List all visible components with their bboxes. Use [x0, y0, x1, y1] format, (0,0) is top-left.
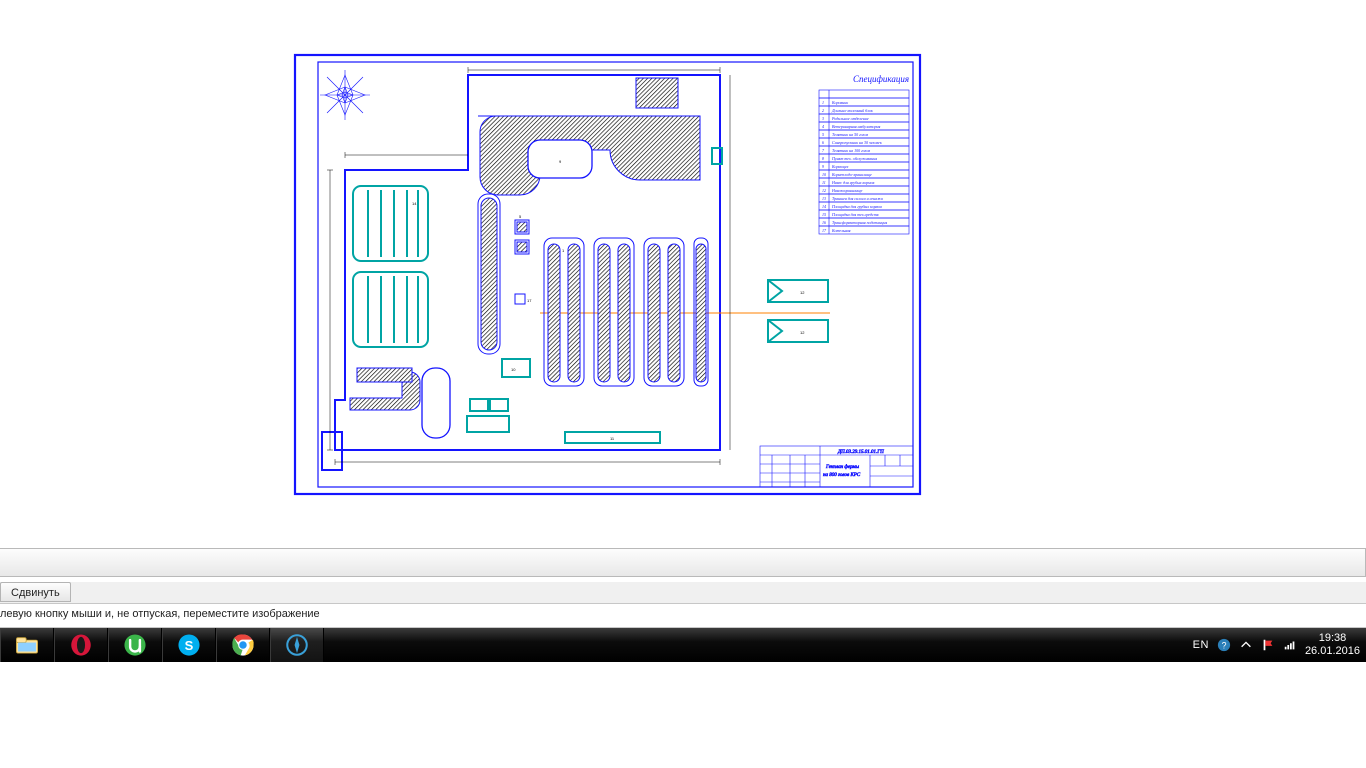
- svg-text:1: 1: [822, 100, 824, 105]
- system-tray: EN ? 19:38 26.01.2016: [1193, 628, 1366, 662]
- taskbar-explorer[interactable]: [0, 628, 54, 662]
- svg-text:Траншея для силоса и сенажа: Траншея для силоса и сенажа: [832, 196, 883, 201]
- svg-text:Площадка для тех.средств: Площадка для тех.средств: [831, 212, 879, 217]
- titleblock-title1: Генплан фермы: [825, 465, 860, 470]
- taskbar: S EN ?: [0, 628, 1366, 662]
- network-icon[interactable]: [1283, 638, 1297, 652]
- label-14: 14: [412, 201, 417, 206]
- svg-text:13: 13: [822, 196, 826, 201]
- chevron-up-icon[interactable]: [1239, 638, 1253, 652]
- svg-text:Котельная: Котельная: [831, 228, 851, 233]
- svg-text:Ветеринарная амбулатория: Ветеринарная амбулатория: [832, 124, 881, 129]
- svg-text:12: 12: [822, 188, 826, 193]
- svg-text:Санпропускник на 30 человек: Санпропускник на 30 человек: [832, 140, 882, 145]
- svg-text:Коровник: Коровник: [831, 100, 848, 105]
- label-12b: 12: [800, 330, 805, 335]
- tray-language[interactable]: EN: [1193, 639, 1209, 651]
- svg-text:8: 8: [822, 156, 824, 161]
- chrome-icon: [230, 632, 256, 658]
- svg-text:Навозохранилище: Навозохранилище: [831, 188, 863, 193]
- svg-text:4: 4: [822, 124, 824, 129]
- label-10: 10: [511, 367, 516, 372]
- hint-bar: левую кнопку мыши и, не отпуская, переме…: [0, 604, 1366, 628]
- taskbar-skype[interactable]: S: [162, 628, 216, 662]
- svg-text:2: 2: [822, 108, 824, 113]
- taskbar-chrome[interactable]: [216, 628, 270, 662]
- taskbar-kompas[interactable]: [270, 628, 324, 662]
- svg-text:11: 11: [822, 180, 826, 185]
- svg-text:3: 3: [822, 116, 824, 121]
- folder-icon: [14, 632, 40, 658]
- drawing-canvas[interactable]: 9 14 10 11 12 12: [0, 0, 1366, 548]
- svg-text:5: 5: [822, 132, 824, 137]
- svg-text:Корнеплодо-хранилище: Корнеплодо-хранилище: [831, 172, 872, 177]
- label-5: 5: [519, 214, 522, 219]
- svg-text:14: 14: [822, 204, 826, 209]
- svg-text:Трансформаторная подстанция: Трансформаторная подстанция: [832, 220, 887, 225]
- utorrent-icon: [122, 632, 148, 658]
- skype-icon: S: [176, 632, 202, 658]
- svg-text:Кормоцех: Кормоцех: [831, 164, 849, 169]
- svg-text:Площадка для грубых кормов: Площадка для грубых кормов: [831, 204, 882, 209]
- label-17: 17: [527, 298, 532, 303]
- help-icon[interactable]: ?: [1217, 638, 1231, 652]
- svg-text:Родильное отделение: Родильное отделение: [831, 116, 869, 121]
- flag-icon[interactable]: [1261, 638, 1275, 652]
- svg-text:Телятник на 100 голов: Телятник на 100 голов: [832, 148, 870, 153]
- label-12a: 12: [800, 290, 805, 295]
- label-11: 11: [610, 436, 615, 441]
- svg-text:10: 10: [822, 172, 826, 177]
- svg-text:Навес для грубых кормов: Навес для грубых кормов: [831, 180, 875, 185]
- svg-text:Телятник на 50 голов: Телятник на 50 голов: [832, 132, 868, 137]
- svg-text:?: ?: [1222, 641, 1227, 651]
- svg-text:17: 17: [822, 228, 827, 233]
- svg-text:16: 16: [822, 220, 826, 225]
- svg-text:7: 7: [822, 148, 825, 153]
- spec-title: Спецификация: [853, 74, 909, 84]
- tray-time: 19:38: [1305, 632, 1360, 645]
- titleblock-code: ДП.03.29.15.01.01.ГП: [837, 450, 884, 455]
- opera-icon: [68, 632, 94, 658]
- taskbar-utorrent[interactable]: [108, 628, 162, 662]
- svg-text:6: 6: [822, 140, 824, 145]
- svg-text:Доильно-молочный блок: Доильно-молочный блок: [831, 108, 873, 113]
- titleblock-title2: на 800 голов КРС: [823, 473, 861, 478]
- svg-text:S: S: [185, 638, 194, 653]
- taskbar-opera[interactable]: [54, 628, 108, 662]
- svg-text:Пункт тех. обслуживания: Пункт тех. обслуживания: [831, 156, 877, 161]
- command-tab-row: Сдвинуть: [0, 582, 1366, 604]
- tray-date: 26.01.2016: [1305, 645, 1360, 658]
- kompas-icon: [284, 632, 310, 658]
- label-1: 1: [562, 248, 565, 253]
- tab-move[interactable]: Сдвинуть: [0, 582, 71, 602]
- svg-text:9: 9: [822, 164, 824, 169]
- svg-text:15: 15: [822, 212, 826, 217]
- tool-strip: [0, 548, 1366, 577]
- tray-clock[interactable]: 19:38 26.01.2016: [1305, 632, 1360, 658]
